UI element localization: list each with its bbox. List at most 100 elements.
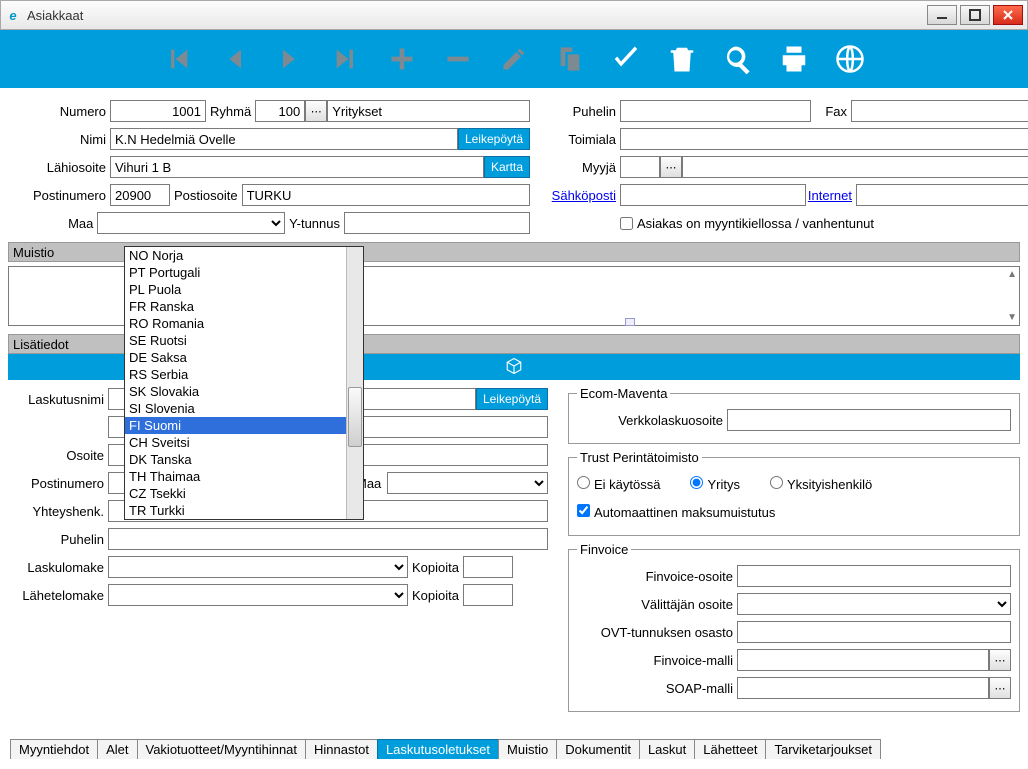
maa-option[interactable]: FI Suomi xyxy=(125,417,346,434)
dropdown-scrollbar[interactable] xyxy=(346,247,363,519)
ryhma-code-input[interactable] xyxy=(255,100,305,122)
globe-icon[interactable] xyxy=(833,42,867,76)
maa-option[interactable]: SI Slovenia xyxy=(125,400,346,417)
copy-icon[interactable] xyxy=(553,42,587,76)
maa-option[interactable]: TH Thaimaa xyxy=(125,468,346,485)
verkkolaskuosoite-input[interactable] xyxy=(727,409,1011,431)
tab-muistio[interactable]: Muistio xyxy=(498,739,557,759)
myyja-label: Myyjä xyxy=(550,160,620,175)
numero-input[interactable] xyxy=(110,100,206,122)
finvoice-malli-browse-button[interactable]: ⋯ xyxy=(989,649,1011,671)
trust-yksityis-option[interactable]: Yksityishenkilö xyxy=(770,476,872,492)
remove-icon[interactable] xyxy=(441,42,475,76)
maa-option[interactable]: PL Puola xyxy=(125,281,346,298)
app-icon: e xyxy=(5,7,21,23)
puhelin-input[interactable] xyxy=(620,100,811,122)
tab-alet[interactable]: Alet xyxy=(97,739,137,759)
myyntikielto-checkbox[interactable] xyxy=(620,217,633,230)
laskulomake-select[interactable] xyxy=(108,556,408,578)
finvoice-malli-input[interactable] xyxy=(737,649,989,671)
maa-option[interactable]: CH Sveitsi xyxy=(125,434,346,451)
scrollbar-up-icon[interactable]: ▲ xyxy=(1007,269,1017,280)
add-icon[interactable] xyxy=(385,42,419,76)
print-icon[interactable] xyxy=(777,42,811,76)
scrollbar-down-icon[interactable]: ▼ xyxy=(1007,312,1017,323)
memo-slider-handle[interactable] xyxy=(625,318,635,326)
trust-ei-option[interactable]: Ei käytössä xyxy=(577,476,660,492)
fax-input[interactable] xyxy=(851,100,1028,122)
toimiala-input[interactable] xyxy=(620,128,1028,150)
billing-puhelin-input[interactable] xyxy=(108,528,548,550)
finvoice-group-title: Finvoice xyxy=(577,542,631,557)
yhteyshenk-label: Yhteyshenk. xyxy=(8,504,108,519)
nimi-input[interactable] xyxy=(110,128,458,150)
puhelin-label: Puhelin xyxy=(550,104,620,119)
automaattinen-checkbox-label[interactable]: Automaattinen maksumuistutus xyxy=(577,504,775,520)
last-record-icon[interactable] xyxy=(329,42,363,76)
kopioita-input-2[interactable] xyxy=(463,584,513,606)
maximize-button[interactable] xyxy=(960,5,990,25)
maa-label: Maa xyxy=(10,216,97,231)
maa-select[interactable] xyxy=(97,212,285,234)
tab-laskutusoletukset[interactable]: Laskutusoletukset xyxy=(377,739,499,759)
maa-option[interactable]: FR Ranska xyxy=(125,298,346,315)
search-icon[interactable] xyxy=(721,42,755,76)
myyja-browse-button[interactable]: ⋯ xyxy=(660,156,682,178)
tab-hinnastot[interactable]: Hinnastot xyxy=(305,739,378,759)
ovt-input[interactable] xyxy=(737,621,1011,643)
confirm-icon[interactable] xyxy=(609,42,643,76)
maa-option[interactable]: RS Serbia xyxy=(125,366,346,383)
valittaja-osoite-label: Välittäjän osoite xyxy=(577,597,737,612)
internet-link[interactable]: Internet xyxy=(806,188,856,203)
tab-l-hetteet[interactable]: Lähetteet xyxy=(694,739,766,759)
soap-malli-label: SOAP-malli xyxy=(577,681,737,696)
maa-option[interactable]: SK Slovakia xyxy=(125,383,346,400)
tab-dokumentit[interactable]: Dokumentit xyxy=(556,739,640,759)
trash-icon[interactable] xyxy=(665,42,699,76)
prev-record-icon[interactable] xyxy=(217,42,251,76)
soap-malli-input[interactable] xyxy=(737,677,989,699)
ryhma-browse-button[interactable]: ⋯ xyxy=(305,100,327,122)
myyja-code-input[interactable] xyxy=(620,156,660,178)
muistio-right-box[interactable]: ▲ ▼ xyxy=(264,266,1020,326)
dropdown-scroll-thumb[interactable] xyxy=(348,387,362,447)
lahetelomake-select[interactable] xyxy=(108,584,408,606)
sahkoposti-input[interactable] xyxy=(620,184,806,206)
edit-icon[interactable] xyxy=(497,42,531,76)
finvoice-osoite-input[interactable] xyxy=(737,565,1011,587)
close-button[interactable] xyxy=(993,5,1023,25)
sahkoposti-link[interactable]: Sähköposti xyxy=(550,188,620,203)
kartta-button[interactable]: Kartta xyxy=(484,156,530,178)
tab-myyntiehdot[interactable]: Myyntiehdot xyxy=(10,739,98,759)
ytunnus-input[interactable] xyxy=(344,212,530,234)
myyja-name-input[interactable] xyxy=(682,156,1028,178)
maa-option[interactable]: CZ Tsekki xyxy=(125,485,346,502)
kopioita-input-1[interactable] xyxy=(463,556,513,578)
trust-yritys-option[interactable]: Yritys xyxy=(690,476,740,492)
maa-option[interactable]: PT Portugali xyxy=(125,264,346,281)
maa-option[interactable]: NO Norja xyxy=(125,247,346,264)
internet-input[interactable] xyxy=(856,184,1028,206)
tab-vakiotuotteet-myyntihinnat[interactable]: Vakiotuotteet/Myyntihinnat xyxy=(137,739,307,759)
lahiosoite-input[interactable] xyxy=(110,156,484,178)
maa-option[interactable]: RO Romania xyxy=(125,315,346,332)
leikepoyta-button[interactable]: Leikepöytä xyxy=(458,128,530,150)
laskulomake-label: Laskulomake xyxy=(8,560,108,575)
postinumero-input[interactable] xyxy=(110,184,170,206)
maa-option[interactable]: TR Turkki xyxy=(125,502,346,519)
ryhma-name-input[interactable] xyxy=(327,100,530,122)
maa-option[interactable]: DE Saksa xyxy=(125,349,346,366)
billing-maa-select[interactable] xyxy=(387,472,548,494)
first-record-icon[interactable] xyxy=(161,42,195,76)
minimize-button[interactable] xyxy=(927,5,957,25)
maa-option[interactable]: DK Tanska xyxy=(125,451,346,468)
billing-leikepoyta-button[interactable]: Leikepöytä xyxy=(476,388,548,410)
tab-tarviketarjoukset[interactable]: Tarviketarjoukset xyxy=(765,739,881,759)
maa-option[interactable]: SE Ruotsi xyxy=(125,332,346,349)
valittaja-osoite-select[interactable] xyxy=(737,593,1011,615)
postiosoite-input[interactable] xyxy=(242,184,530,206)
ecom-group: Ecom-Maventa Verkkolaskuosoite xyxy=(568,386,1020,444)
soap-malli-browse-button[interactable]: ⋯ xyxy=(989,677,1011,699)
tab-laskut[interactable]: Laskut xyxy=(639,739,695,759)
next-record-icon[interactable] xyxy=(273,42,307,76)
